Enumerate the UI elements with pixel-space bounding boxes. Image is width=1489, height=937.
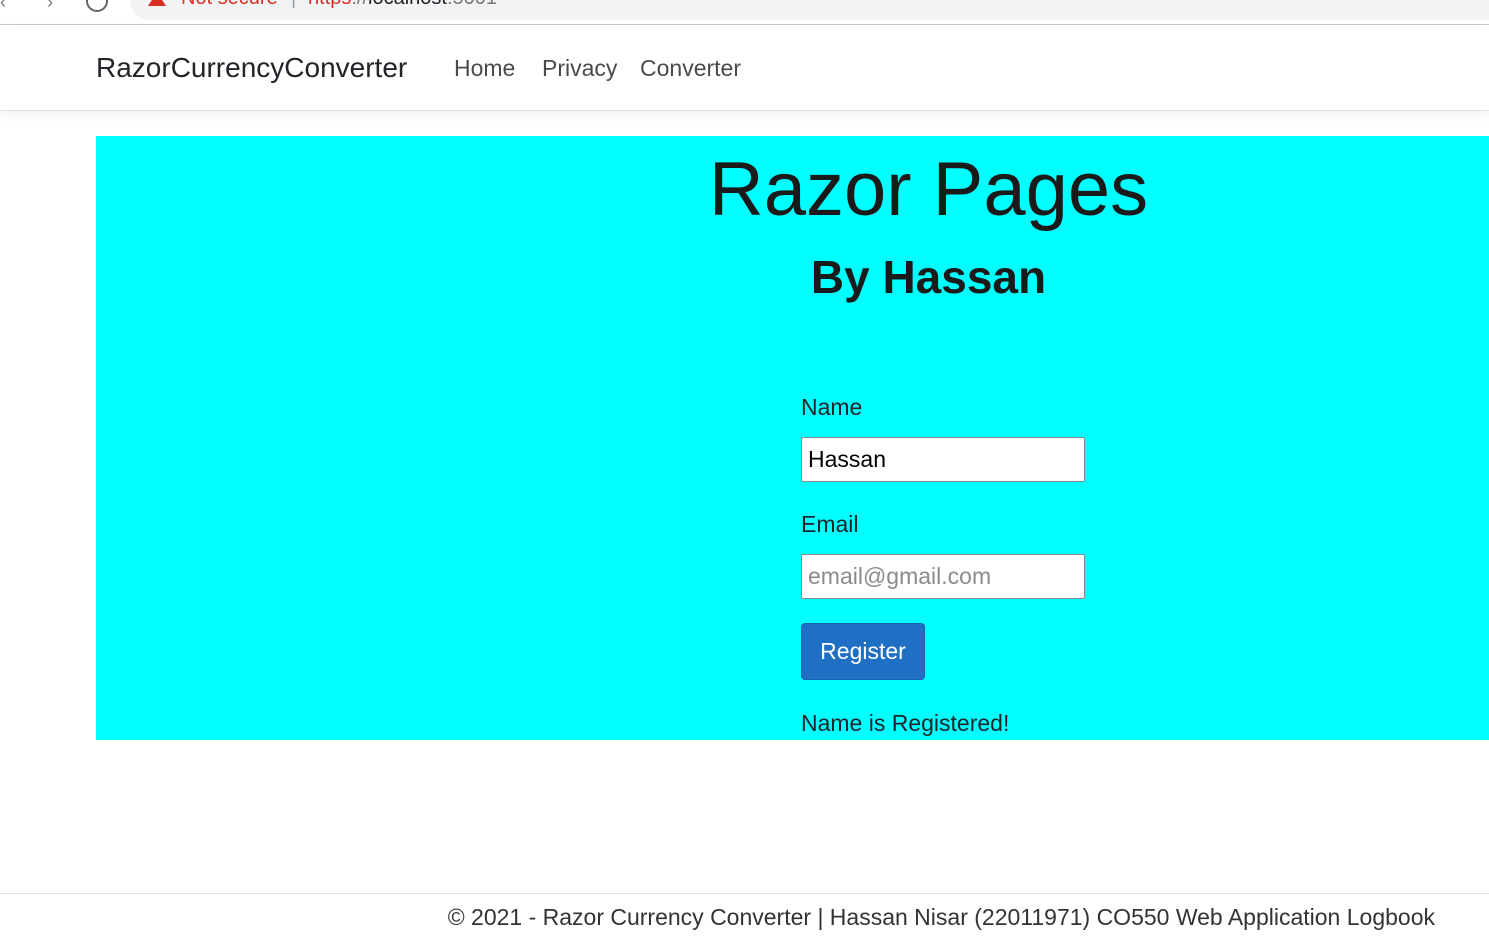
- nav-link-home[interactable]: Home: [454, 55, 515, 82]
- nav-link-privacy[interactable]: Privacy: [542, 55, 617, 82]
- security-status[interactable]: Not secure: [181, 0, 278, 10]
- reload-icon[interactable]: [86, 0, 108, 12]
- navbar-brand[interactable]: RazorCurrencyConverter: [96, 52, 407, 84]
- hero-section: Razor Pages By Hassan Name Email Registe…: [96, 136, 1489, 740]
- registration-status: Name is Registered!: [801, 710, 1010, 736]
- email-input[interactable]: [801, 554, 1085, 599]
- browser-toolbar: ‹ › Not secure | https://localhost:5001: [0, 0, 1489, 24]
- email-label: Email: [801, 511, 859, 537]
- nav-link-converter[interactable]: Converter: [640, 55, 741, 82]
- url-host: localhost: [368, 0, 447, 9]
- url-slashes: ://: [351, 0, 368, 9]
- site-navbar: RazorCurrencyConverter Home Privacy Conv…: [0, 25, 1489, 111]
- name-input[interactable]: [801, 437, 1085, 482]
- warning-icon[interactable]: [148, 0, 166, 6]
- url-port: :5001: [447, 0, 497, 9]
- page-subtitle: By Hassan: [810, 251, 1047, 303]
- address-url[interactable]: https://localhost:5001: [308, 0, 497, 10]
- footer-divider: [0, 893, 1489, 894]
- back-forward-icons[interactable]: ‹ ›: [0, 0, 71, 13]
- url-scheme: https: [308, 0, 351, 9]
- register-button[interactable]: Register: [801, 623, 925, 680]
- page-title: Razor Pages: [708, 147, 1149, 232]
- name-label: Name: [801, 394, 863, 420]
- footer-text: © 2021 - Razor Currency Converter | Hass…: [447, 904, 1435, 930]
- address-separator: |: [291, 0, 296, 10]
